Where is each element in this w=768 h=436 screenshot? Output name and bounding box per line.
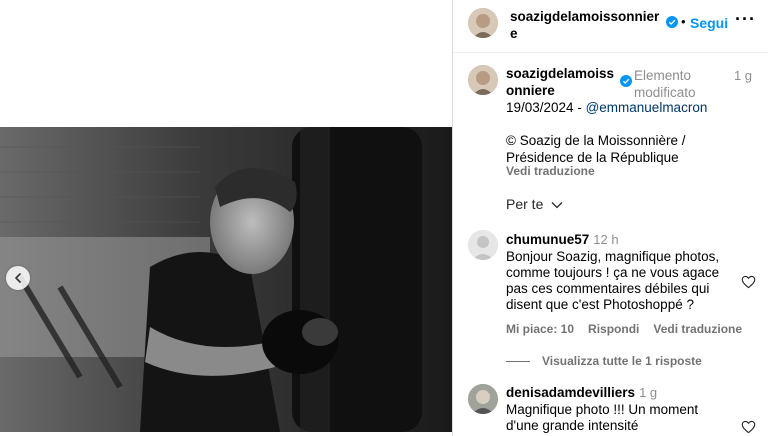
caption-username[interactable]: soazigdelamoissonniere bbox=[506, 65, 616, 99]
caption-text: 19/03/2024 - @emmanuelmacron bbox=[506, 99, 756, 116]
caption-author-avatar[interactable] bbox=[468, 65, 498, 95]
verified-badge-icon bbox=[620, 75, 632, 87]
commenter-username[interactable]: chumunue57 12 h bbox=[506, 232, 619, 247]
comment-actions: Mi piace: 10 Rispondi Vedi traduzione bbox=[506, 322, 742, 336]
like-comment-button[interactable] bbox=[741, 420, 756, 434]
commenter-username[interactable]: denisadamdevilliers 1 g bbox=[506, 385, 657, 400]
author-avatar[interactable] bbox=[468, 8, 498, 38]
caption-credit: © Soazig de la Moissonnière / Présidence… bbox=[506, 133, 686, 165]
post-sidebar: soazigdelamoissonniere • Segui ··· soazi… bbox=[453, 0, 768, 436]
commenter-avatar[interactable] bbox=[468, 230, 498, 260]
translate-comment-link[interactable]: Vedi traduzione bbox=[653, 322, 742, 336]
author-username[interactable]: soazigdelamoissonniere bbox=[510, 8, 660, 42]
default-avatar-icon bbox=[468, 230, 498, 260]
comment-time: 1 g bbox=[639, 385, 658, 400]
comment-likes-count[interactable]: Mi piace: 10 bbox=[506, 322, 574, 336]
avatar-image bbox=[468, 8, 498, 38]
reply-button[interactable]: Rispondi bbox=[588, 322, 639, 336]
follow-button[interactable]: Segui bbox=[690, 15, 728, 31]
comment-text: Bonjour Soazig, magnifique photos, comme… bbox=[506, 249, 720, 312]
heart-outline-icon bbox=[741, 275, 756, 289]
mention-link[interactable]: @emmanuelmacron bbox=[586, 100, 708, 115]
heart-outline-icon bbox=[741, 420, 756, 434]
caption-date: 19/03/2024 - bbox=[506, 100, 586, 115]
boxing-photo bbox=[0, 127, 452, 432]
view-replies-button[interactable]: Visualizza tutte le 1 risposte bbox=[506, 354, 702, 368]
chevron-left-icon bbox=[15, 273, 21, 283]
previous-photo-button[interactable] bbox=[6, 266, 30, 290]
comment-text: Magnifique photo !!! Un moment d'une gra… bbox=[506, 402, 699, 433]
see-translation-link[interactable]: Vedi traduzione bbox=[506, 164, 595, 178]
caption-timestamp[interactable]: 1 g bbox=[729, 67, 757, 84]
view-replies-label: Visualizza tutte le 1 risposte bbox=[542, 354, 702, 368]
comment-username-text[interactable]: denisadamdevilliers bbox=[506, 385, 635, 400]
post-photo[interactable] bbox=[0, 127, 452, 432]
comment-time: 12 h bbox=[593, 232, 619, 247]
like-comment-button[interactable] bbox=[741, 275, 756, 289]
comment-username-text[interactable]: chumunue57 bbox=[506, 232, 589, 247]
commenter-avatar[interactable] bbox=[468, 384, 498, 414]
edited-label: Elemento modificato bbox=[634, 68, 696, 100]
replies-line bbox=[506, 361, 530, 363]
verified-badge-icon bbox=[666, 16, 678, 28]
media-pane bbox=[0, 0, 452, 436]
more-options-icon[interactable]: ··· bbox=[735, 9, 756, 30]
comment-sort-dropdown[interactable]: Per te bbox=[506, 196, 563, 212]
avatar-image bbox=[468, 65, 498, 95]
separator-dot: • bbox=[681, 14, 686, 29]
sort-label: Per te bbox=[506, 196, 544, 212]
chevron-down-icon bbox=[551, 202, 563, 209]
post-header: soazigdelamoissonniere • Segui ··· bbox=[453, 0, 768, 53]
avatar-image bbox=[468, 384, 498, 414]
